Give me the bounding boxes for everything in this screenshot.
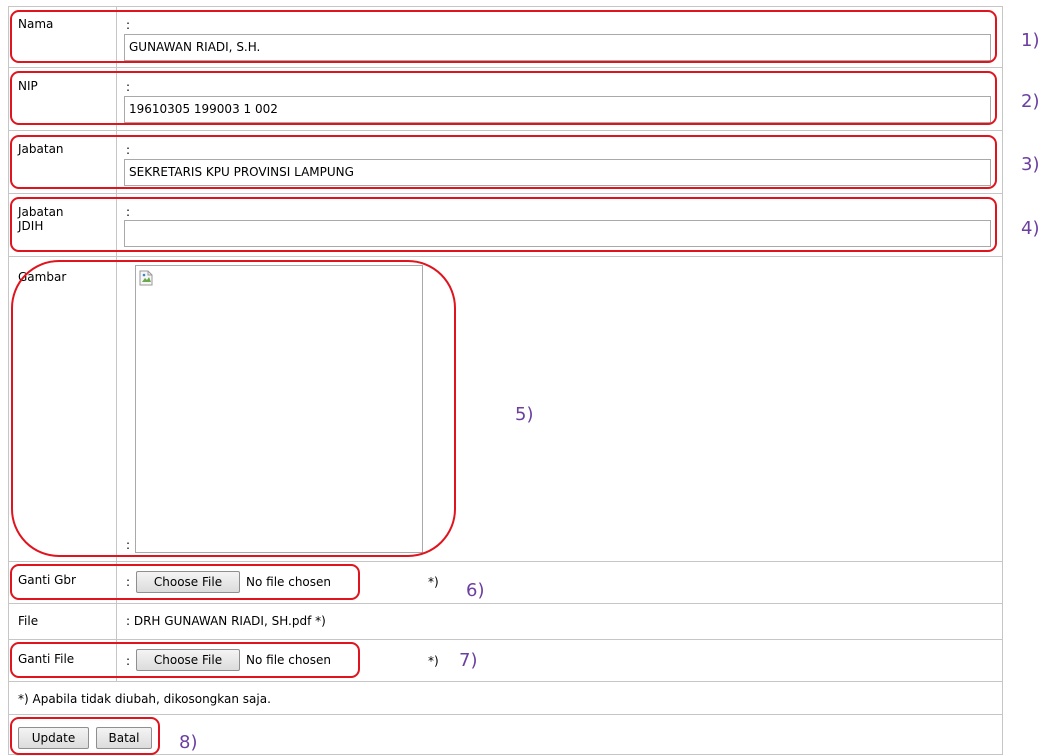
row-divider [8,714,1003,715]
row-divider [8,67,1003,68]
annotation-number-6: 6) [466,580,485,601]
annotation-box-7 [10,642,360,678]
row-divider [8,193,1003,194]
table-border-right [1002,6,1003,755]
row-divider [8,639,1003,640]
row-divider [8,603,1003,604]
annotation-number-3: 3) [1021,154,1040,175]
row-divider [8,561,1003,562]
annotation-number-4: 4) [1021,218,1040,239]
annotation-box-6 [10,564,360,600]
annotation-number-2: 2) [1021,91,1040,112]
row-divider [8,681,1003,682]
file-label: File [18,614,39,628]
annotation-box-1 [10,10,997,63]
table-border-left [8,6,9,755]
ganti-gbr-note: *) [428,575,439,589]
annotation-box-5 [11,260,456,557]
row-divider [8,754,1003,755]
row-divider [8,256,1003,257]
file-value: : DRH GUNAWAN RIADI, SH.pdf *) [126,614,326,628]
annotation-box-4 [10,197,997,252]
annotation-box-3 [10,135,997,189]
annotation-box-8 [10,717,160,755]
annotation-number-1: 1) [1021,30,1040,51]
row-divider [8,130,1003,131]
annotation-box-2 [10,71,997,125]
footnote: *) Apabila tidak diubah, dikosongkan saj… [18,692,271,706]
ganti-file-note: *) [428,654,439,668]
annotation-number-7: 7) [459,650,478,671]
row-divider [8,6,1003,7]
annotation-number-5: 5) [515,404,534,425]
annotation-number-8: 8) [179,732,198,753]
